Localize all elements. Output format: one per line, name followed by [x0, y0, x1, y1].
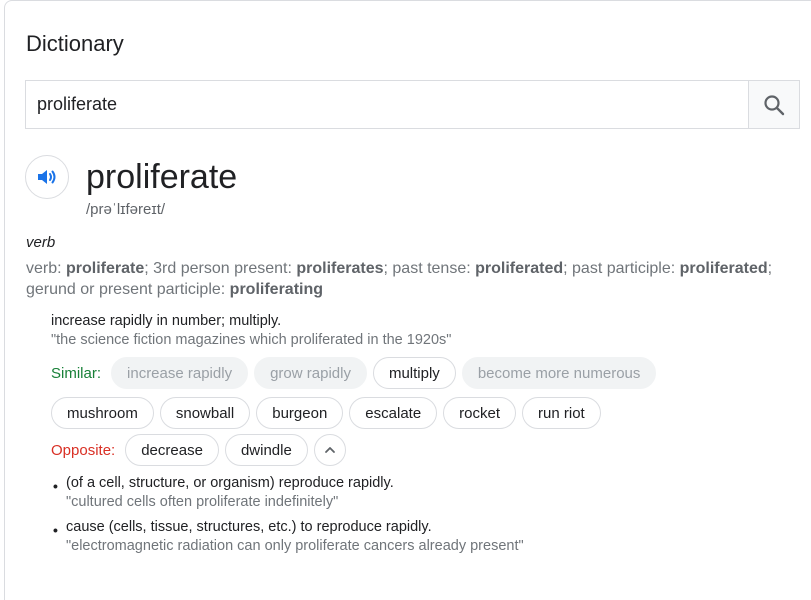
definition-1: increase rapidly in number; multiply.: [51, 313, 282, 329]
opposite-chip[interactable]: dwindle: [224, 434, 308, 466]
similar-chip[interactable]: grow rapidly: [254, 357, 367, 389]
similar-chip[interactable]: escalate: [349, 397, 438, 429]
similar-chip[interactable]: increase rapidly: [111, 357, 249, 389]
verb-form-gerund: proliferating: [229, 281, 324, 298]
search-button[interactable]: [748, 81, 799, 128]
similar-row-1: Similar: increase rapidly grow rapidly m…: [51, 357, 657, 389]
bullet: •: [53, 478, 58, 494]
similar-chip[interactable]: burgeon: [256, 397, 344, 429]
verb-forms: verb: proliferate; 3rd person present: p…: [26, 258, 786, 300]
example-2: "cultured cells often proliferate indefi…: [66, 494, 339, 510]
similar-label: Similar:: [51, 364, 102, 382]
verb-form-label: verb:: [26, 260, 67, 277]
chevron-up-icon: [324, 447, 335, 453]
example-1: "the science fiction magazines which pro…: [51, 332, 452, 348]
similar-chip[interactable]: mushroom: [51, 397, 154, 429]
definition-3: cause (cells, tissue, structures, etc.) …: [66, 519, 432, 535]
pronunciation-button[interactable]: [25, 155, 69, 199]
part-of-speech: verb: [26, 234, 56, 251]
example-3: "electromagnetic radiation can only prol…: [66, 538, 524, 554]
dictionary-title: Dictionary: [26, 31, 124, 56]
phonetic-spelling: /prəˈlɪfəreɪt/: [86, 201, 166, 218]
opposite-label: Opposite:: [51, 441, 116, 459]
collapse-synonyms-button[interactable]: [313, 434, 346, 466]
verb-form-past-participle: proliferated: [679, 260, 768, 277]
verb-form-past: proliferated: [475, 260, 564, 277]
speaker-icon: [38, 170, 56, 184]
search-input[interactable]: [26, 81, 748, 128]
similar-chip[interactable]: become more numerous: [461, 357, 657, 389]
verb-form-base: proliferate: [66, 260, 145, 277]
search-icon: [764, 94, 785, 115]
similar-chip[interactable]: multiply: [372, 357, 456, 389]
bullet: •: [53, 522, 58, 538]
similar-chip[interactable]: run riot: [522, 397, 601, 429]
verb-form-label: ; past tense:: [383, 260, 476, 277]
opposite-row: Opposite: decrease dwindle: [51, 434, 346, 466]
similar-chip[interactable]: snowball: [159, 397, 251, 429]
verb-form-third-person: proliferates: [296, 260, 384, 277]
similar-chip[interactable]: rocket: [443, 397, 517, 429]
definition-2: (of a cell, structure, or organism) repr…: [66, 475, 394, 491]
opposite-chip[interactable]: decrease: [125, 434, 219, 466]
headword: proliferate: [86, 158, 238, 196]
search-box: [25, 80, 800, 129]
verb-form-label: ; 3rd person present:: [144, 260, 297, 277]
verb-form-label: ; past participle:: [563, 260, 680, 277]
similar-row-2: mushroom snowball burgeon escalate rocke…: [51, 397, 601, 429]
